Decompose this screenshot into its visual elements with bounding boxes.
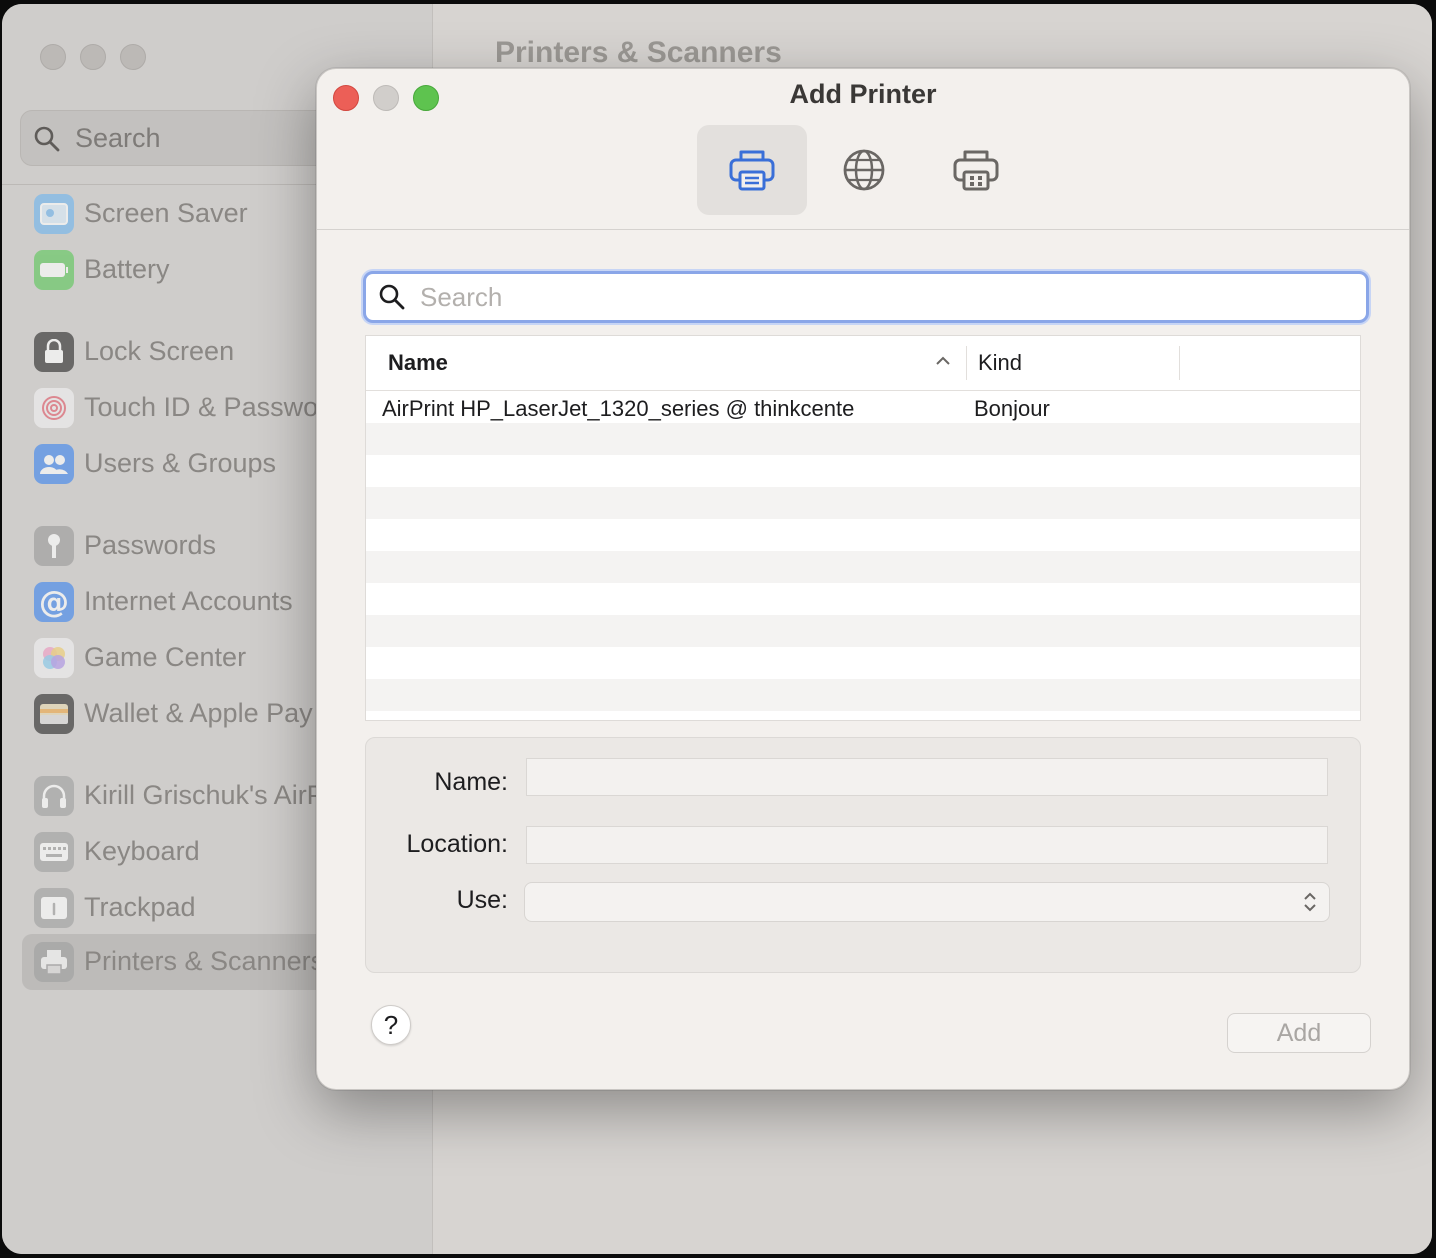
key-icon — [34, 526, 74, 566]
at-icon: @ — [34, 582, 74, 622]
toolbar-divider — [317, 229, 1409, 230]
zoom-button[interactable] — [120, 44, 146, 70]
sidebar-item-label: Keyboard — [84, 836, 200, 866]
game-center-icon — [34, 638, 74, 678]
users-icon — [34, 444, 74, 484]
empty-row — [366, 583, 1360, 615]
table-header: Name Kind — [366, 336, 1360, 391]
empty-row — [366, 615, 1360, 647]
sidebar-item-label: Battery — [84, 254, 170, 284]
add-button[interactable]: Add — [1227, 1013, 1371, 1053]
battery-icon — [34, 250, 74, 290]
page-title: Printers & Scanners — [495, 36, 782, 69]
printer-list-table: Name Kind AirPrint HP_LaserJet_1320_seri… — [365, 335, 1361, 721]
sidebar-item-label: Internet Accounts — [84, 586, 293, 616]
sidebar-search-placeholder: Search — [75, 123, 161, 153]
sidebar-item-label: Users & Groups — [84, 448, 277, 478]
empty-row — [366, 487, 1360, 519]
use-label: Use: — [456, 886, 508, 914]
sidebar-item-label: Game Center — [84, 642, 247, 672]
keyboard-icon — [34, 832, 74, 872]
printer-details-form: Name: Location: Use: — [365, 737, 1361, 973]
add-printer-dialog: Add Printer Search Name Kind AirPrint HP… — [316, 68, 1410, 1090]
empty-row — [366, 551, 1360, 583]
sort-ascending-icon — [936, 356, 950, 365]
toolbar-default-button[interactable] — [697, 125, 807, 215]
dialog-toolbar — [697, 125, 1017, 215]
printer-default-icon — [729, 150, 775, 191]
printer-icon — [34, 942, 74, 982]
headphones-icon — [34, 776, 74, 816]
name-field[interactable] — [526, 758, 1328, 796]
sidebar-item-label: Trackpad — [84, 892, 196, 922]
printer-kind-cell: Bonjour — [974, 396, 1050, 421]
location-label: Location: — [406, 830, 508, 858]
lock-icon — [34, 332, 74, 372]
empty-row — [366, 647, 1360, 679]
trackpad-icon — [34, 888, 74, 928]
empty-row — [366, 679, 1360, 711]
chevron-up-down-icon — [1304, 892, 1316, 912]
sidebar-item-label: Passwords — [84, 530, 217, 560]
toolbar-windows-button[interactable] — [921, 125, 1031, 215]
column-separator[interactable] — [966, 346, 967, 380]
sidebar-item-label: Kirill Grischuk's AirP — [84, 780, 325, 810]
column-header-kind[interactable]: Kind — [978, 350, 1022, 376]
empty-row — [366, 455, 1360, 487]
toolbar-ip-button[interactable] — [809, 125, 919, 215]
printer-name-cell: AirPrint HP_LaserJet_1320_series @ think… — [382, 396, 855, 421]
table-body: AirPrint HP_LaserJet_1320_series @ think… — [366, 391, 1360, 711]
location-field[interactable] — [526, 826, 1328, 864]
empty-row — [366, 423, 1360, 455]
search-icon — [379, 284, 405, 310]
sidebar-item-label: Wallet & Apple Pay — [84, 698, 313, 728]
sidebar-item-label: Printers & Scanners — [84, 946, 325, 976]
dialog-title: Add Printer — [789, 79, 937, 109]
wallet-icon — [34, 694, 74, 734]
help-button[interactable]: ? — [371, 1005, 411, 1045]
globe-icon — [843, 149, 885, 191]
sidebar-item-label: Lock Screen — [84, 336, 235, 366]
column-separator[interactable] — [1179, 346, 1180, 380]
table-row[interactable]: AirPrint HP_LaserJet_1320_series @ think… — [366, 391, 1360, 423]
minimize-button[interactable] — [80, 44, 106, 70]
close-button[interactable] — [40, 44, 66, 70]
column-header-name[interactable]: Name — [388, 350, 448, 376]
search-input[interactable] — [418, 278, 1342, 316]
sidebar-item-label: Touch ID & Passwo — [84, 392, 319, 422]
fingerprint-icon — [34, 388, 74, 428]
window-controls — [40, 44, 146, 70]
screen-saver-icon — [34, 194, 74, 234]
use-driver-select[interactable] — [524, 882, 1330, 922]
sidebar-item-label: Screen Saver — [84, 198, 248, 228]
printer-search-field[interactable] — [363, 271, 1369, 323]
empty-row — [366, 519, 1360, 551]
name-label: Name: — [434, 768, 508, 796]
windows-printer-icon — [953, 150, 999, 191]
search-icon — [34, 126, 60, 152]
